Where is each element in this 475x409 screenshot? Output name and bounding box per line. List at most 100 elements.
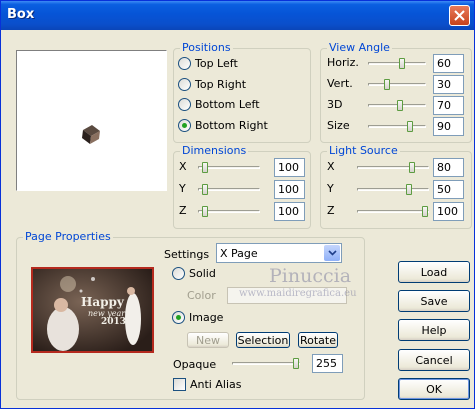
help-button[interactable]: Help — [398, 319, 470, 341]
page-properties-label: Page Properties — [23, 230, 113, 243]
view-angle-label: View Angle — [327, 41, 392, 54]
box-preview — [16, 50, 167, 191]
radio-solid[interactable] — [172, 267, 185, 280]
view-angle-1-thumb[interactable] — [384, 79, 390, 90]
anti-alias-label: Anti Alias — [190, 378, 242, 391]
title-bar[interactable]: Box — [1, 1, 474, 30]
cancel-button[interactable]: Cancel — [398, 349, 470, 371]
view-angle-3-thumb[interactable] — [407, 121, 413, 132]
view-angle-1-label: Vert. — [327, 77, 353, 90]
view-angle-0-slider[interactable] — [368, 58, 426, 69]
position-top-left[interactable]: Top Left — [178, 57, 238, 70]
view-angle-3-track[interactable] — [368, 121, 426, 132]
dimensions-2-label: Z — [179, 204, 187, 217]
thumbnail-text-happy: Happy — [81, 295, 124, 309]
view-angle-3-slider[interactable] — [368, 121, 426, 132]
anti-alias-option[interactable]: Anti Alias — [173, 378, 241, 391]
save-button[interactable]: Save — [398, 290, 470, 312]
dimensions-2-slider[interactable] — [198, 206, 260, 217]
light-source-2-label: Z — [327, 204, 335, 217]
view-angle-2-track[interactable] — [368, 100, 426, 111]
position-bottom-left-label: Bottom Left — [195, 98, 260, 111]
dimensions-0-thumb[interactable] — [202, 162, 208, 173]
position-top-left-label: Top Left — [195, 57, 238, 70]
watermark-url: www.maidiregrafica.eu — [239, 288, 357, 299]
light-source-0-label: X — [327, 160, 335, 173]
radio-top-right[interactable] — [178, 78, 191, 91]
view-angle-1-track[interactable] — [368, 79, 426, 90]
light-source-2-input[interactable]: 100 — [433, 202, 464, 221]
light-source-1-slider[interactable] — [357, 184, 429, 195]
light-source-0-thumb[interactable] — [409, 162, 415, 173]
light-source-2-slider[interactable] — [357, 206, 429, 217]
opaque-thumb[interactable] — [293, 358, 299, 369]
positions-label: Positions — [180, 41, 233, 54]
position-bottom-right[interactable]: Bottom Right — [178, 119, 268, 132]
close-button[interactable] — [449, 5, 470, 26]
settings-value: X Page — [220, 247, 258, 260]
dimensions-2-track[interactable] — [198, 206, 260, 217]
dimensions-0-label: X — [179, 160, 187, 173]
light-source-1-track[interactable] — [357, 184, 429, 195]
dimensions-1-track[interactable] — [198, 184, 260, 195]
radio-bottom-right[interactable] — [178, 119, 191, 132]
dimensions-0-input[interactable]: 100 — [274, 158, 305, 177]
dimensions-1-slider[interactable] — [198, 184, 260, 195]
box-preview-cube-icon — [82, 125, 100, 144]
solid-label: Solid — [189, 267, 216, 280]
dimensions-2-input[interactable]: 100 — [274, 202, 305, 221]
dimensions-0-slider[interactable] — [198, 162, 260, 173]
dimensions-label: Dimensions — [180, 144, 249, 157]
image-label: Image — [189, 311, 224, 324]
dimensions-1-input[interactable]: 100 — [274, 180, 305, 199]
opaque-track[interactable] — [232, 358, 300, 369]
selection-button[interactable]: Selection — [236, 332, 290, 348]
light-source-1-thumb[interactable] — [406, 184, 412, 195]
light-source-0-slider[interactable] — [357, 162, 429, 173]
view-angle-2-label: 3D — [327, 98, 343, 111]
light-source-1-label: Y — [327, 182, 334, 195]
dimensions-2-thumb[interactable] — [202, 206, 208, 217]
view-angle-3-input[interactable]: 90 — [433, 117, 464, 136]
color-label: Color — [187, 289, 216, 302]
window-title: Box — [7, 7, 35, 22]
position-bottom-right-label: Bottom Right — [195, 119, 268, 132]
view-angle-1-input[interactable]: 30 — [433, 75, 464, 94]
dimensions-1-thumb[interactable] — [202, 184, 208, 195]
light-source-label: Light Source — [327, 144, 400, 157]
load-button[interactable]: Load — [398, 261, 470, 283]
light-source-2-track[interactable] — [357, 206, 429, 217]
light-source-0-input[interactable]: 80 — [433, 158, 464, 177]
source-image[interactable]: Image — [172, 311, 223, 324]
view-angle-2-input[interactable]: 70 — [433, 96, 464, 115]
dimensions-0-track[interactable] — [198, 162, 260, 173]
light-source-0-track[interactable] — [357, 162, 429, 173]
view-angle-0-input[interactable]: 60 — [433, 54, 464, 73]
ok-button[interactable]: OK — [398, 378, 470, 400]
view-angle-2-slider[interactable] — [368, 100, 426, 111]
chevron-down-icon[interactable] — [324, 245, 340, 261]
radio-top-left[interactable] — [178, 57, 191, 70]
view-angle-0-label: Horiz. — [327, 56, 359, 69]
position-top-right[interactable]: Top Right — [178, 78, 246, 91]
source-solid[interactable]: Solid — [172, 267, 216, 280]
opaque-slider[interactable] — [232, 358, 300, 369]
close-icon — [454, 10, 465, 21]
light-source-1-input[interactable]: 50 — [433, 180, 464, 199]
view-angle-0-thumb[interactable] — [399, 58, 405, 69]
rotate-button[interactable]: Rotate — [298, 332, 338, 348]
radio-bottom-left[interactable] — [178, 98, 191, 111]
position-bottom-left[interactable]: Bottom Left — [178, 98, 260, 111]
view-angle-0-track[interactable] — [368, 58, 426, 69]
dimensions-1-label: Y — [179, 182, 186, 195]
radio-image[interactable] — [172, 311, 185, 324]
settings-select[interactable]: X Page — [216, 243, 342, 263]
opaque-input[interactable]: 255 — [312, 354, 343, 373]
view-angle-1-slider[interactable] — [368, 79, 426, 90]
new-button[interactable]: New — [187, 332, 229, 348]
thumbnail-text-year: 2013 — [101, 317, 127, 327]
view-angle-2-thumb[interactable] — [397, 100, 403, 111]
light-source-2-thumb[interactable] — [422, 206, 428, 217]
anti-alias-checkbox[interactable] — [173, 378, 186, 391]
opaque-label: Opaque — [173, 358, 217, 371]
